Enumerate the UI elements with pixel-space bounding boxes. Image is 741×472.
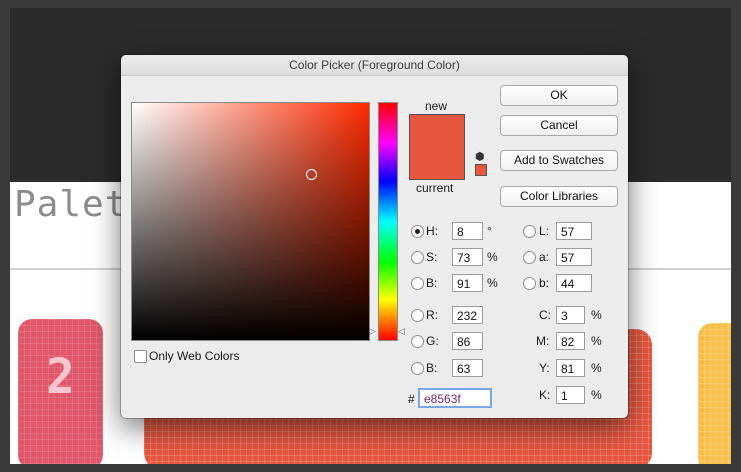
cyan-input[interactable]: 3 bbox=[556, 306, 585, 324]
hue-input[interactable]: 8 bbox=[452, 222, 483, 240]
color-card-right bbox=[698, 323, 731, 464]
saturation-label: S: bbox=[426, 250, 438, 264]
saturation-input[interactable]: 73 bbox=[452, 248, 483, 266]
green-input[interactable]: 86 bbox=[452, 332, 483, 350]
black-input[interactable]: 1 bbox=[556, 386, 585, 404]
lab-l-radio[interactable] bbox=[523, 225, 536, 238]
blue-radio[interactable] bbox=[411, 362, 424, 375]
hue-label: H: bbox=[426, 224, 438, 238]
web-safe-cube-icon[interactable]: ⬢ bbox=[475, 150, 485, 163]
black-unit: % bbox=[591, 388, 602, 402]
saturation-radio[interactable] bbox=[411, 251, 424, 264]
lab-b-input[interactable]: 44 bbox=[556, 274, 592, 292]
saturation-brightness-field[interactable] bbox=[131, 102, 370, 341]
blue-input[interactable]: 63 bbox=[452, 359, 483, 377]
lab-b-radio[interactable] bbox=[523, 277, 536, 290]
current-color-swatch[interactable] bbox=[410, 147, 464, 179]
lab-l-label: L: bbox=[539, 224, 550, 238]
lab-a-label: a: bbox=[539, 250, 550, 264]
field-cursor[interactable] bbox=[306, 169, 317, 180]
hue-radio[interactable] bbox=[411, 225, 424, 238]
hex-input[interactable]: e8563f bbox=[418, 388, 492, 408]
palette-heading: Palet bbox=[14, 184, 128, 225]
color-card-left: 2 bbox=[18, 319, 103, 464]
brightness-unit: % bbox=[487, 276, 498, 290]
gamut-warning-swatch[interactable] bbox=[475, 164, 487, 176]
hue-slider-left-arrow-icon[interactable]: ▷ bbox=[369, 326, 376, 337]
yellow-unit: % bbox=[591, 361, 602, 375]
hue-slider-right-arrow-icon[interactable]: ◁ bbox=[398, 326, 405, 337]
saturation-unit: % bbox=[487, 250, 498, 264]
yellow-label: Y: bbox=[539, 361, 550, 375]
magenta-label: M: bbox=[536, 334, 550, 348]
dialog-title: Color Picker (Foreground Color) bbox=[121, 55, 628, 76]
hex-prefix: # bbox=[408, 392, 415, 406]
color-libraries-button[interactable]: Color Libraries bbox=[500, 186, 618, 207]
add-to-swatches-button[interactable]: Add to Swatches bbox=[500, 150, 618, 171]
red-input[interactable]: 232 bbox=[452, 306, 483, 324]
red-label: R: bbox=[426, 308, 438, 322]
ok-button[interactable]: OK bbox=[500, 85, 618, 106]
hue-unit: ° bbox=[487, 224, 492, 238]
black-label: K: bbox=[539, 388, 551, 402]
hue-slider[interactable] bbox=[378, 102, 398, 341]
blue-label: B: bbox=[426, 361, 438, 375]
card-number: 2 bbox=[46, 349, 75, 405]
cyan-label: C: bbox=[539, 308, 551, 322]
lab-l-input[interactable]: 57 bbox=[556, 222, 592, 240]
green-label: G: bbox=[426, 334, 439, 348]
cyan-unit: % bbox=[591, 308, 602, 322]
green-radio[interactable] bbox=[411, 335, 424, 348]
lab-a-radio[interactable] bbox=[523, 251, 536, 264]
magenta-unit: % bbox=[591, 334, 602, 348]
only-web-colors-checkbox[interactable] bbox=[134, 350, 147, 363]
brightness-input[interactable]: 91 bbox=[452, 274, 483, 292]
red-radio[interactable] bbox=[411, 309, 424, 322]
current-label: current bbox=[416, 181, 454, 195]
only-web-colors-label[interactable]: Only Web Colors bbox=[149, 349, 239, 363]
color-swatch-preview bbox=[409, 114, 465, 180]
brightness-label: B: bbox=[426, 276, 438, 290]
brightness-radio[interactable] bbox=[411, 277, 424, 290]
yellow-input[interactable]: 81 bbox=[556, 359, 585, 377]
cancel-button[interactable]: Cancel bbox=[500, 115, 618, 136]
lab-b-label: b: bbox=[539, 276, 550, 290]
color-picker-dialog: Color Picker (Foreground Color) ▷ ◁ new … bbox=[121, 55, 628, 418]
new-label: new bbox=[425, 99, 448, 113]
new-color-swatch bbox=[410, 115, 464, 147]
lab-a-input[interactable]: 57 bbox=[556, 248, 592, 266]
magenta-input[interactable]: 82 bbox=[556, 332, 585, 350]
